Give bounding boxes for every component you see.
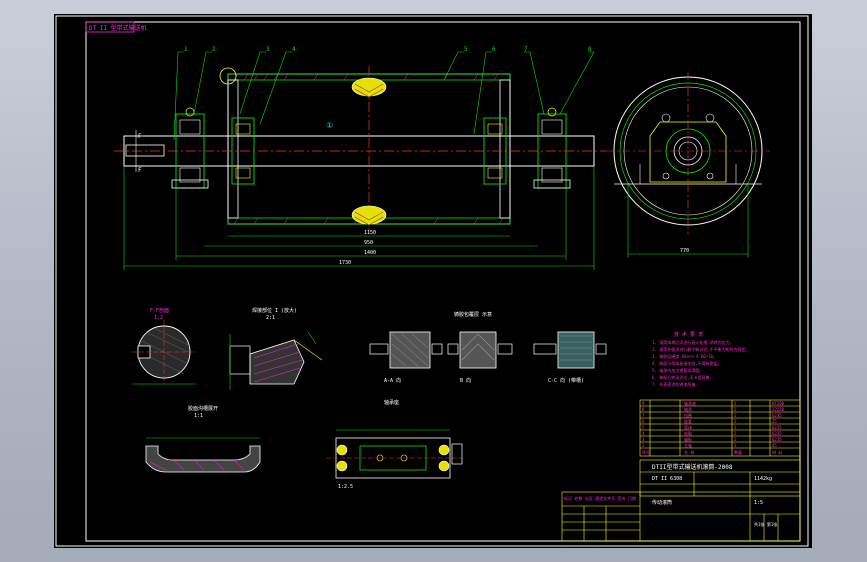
parts-header-name: 名 称	[684, 449, 694, 455]
bearing-scale: 1:2.5	[338, 484, 353, 490]
revision-header: 标记 处数 分区 更改文件号 签名 日期	[564, 495, 636, 501]
detail-lagging: 铸胶包覆层 示意 A-A 向 B 向 C-C 向 (带槽)	[369, 311, 607, 384]
groove-scale: 1:1	[194, 413, 203, 419]
detail-weld: 焊接部位 I (放大) 2:1	[229, 307, 323, 390]
lagging-label-A: A-A 向	[384, 377, 401, 384]
parts-cell: Q235	[772, 425, 782, 430]
section-mark-bottom: F	[138, 167, 142, 174]
lagging-label-B: B 向	[460, 377, 471, 384]
parts-cell: Q235	[772, 431, 782, 436]
parts-cell: 45	[772, 443, 777, 448]
detail-bearing-seat: 轴承座 1:2.5	[326, 399, 463, 490]
technical-notes: 技 术 要 求 1. 滚筒体焊后须进行退火处理,消除内应力。 2. 滚筒外圆须进…	[652, 331, 750, 387]
parts-cell: 6	[642, 419, 645, 424]
detail-groove: 胶面沟槽展开 1:1	[145, 405, 261, 473]
weight-value: 1142kg	[754, 476, 772, 482]
parts-header-material: 材 料	[772, 449, 782, 455]
dim-drum-length: 1150	[364, 230, 376, 236]
title-block-name: DTII型带式输送机滚筒-2008	[652, 463, 733, 471]
callout-8: 8	[588, 46, 592, 53]
dim-total-length: 1730	[339, 260, 351, 266]
parts-cell: 筒体	[684, 424, 692, 430]
callout-2: 2	[212, 46, 216, 53]
note-6: 6. 装配后转动灵活,无卡阻现象。	[652, 374, 714, 380]
parts-cell: 轴承	[684, 406, 692, 412]
scale-value: 1:5	[754, 500, 763, 506]
parts-cell: 4	[642, 431, 645, 436]
parts-header-qty: 数量	[734, 449, 742, 455]
engineering-drawing: DT II 型带式输送机 F F ① 1 2 3 4 5 6 7 8 1150 …	[55, 15, 809, 547]
center-mark: ①	[326, 121, 333, 130]
callout-7: 7	[524, 46, 528, 53]
lagging-label-C: C-C 向 (带槽)	[548, 377, 584, 384]
section-mark-top: F	[138, 133, 142, 140]
parts-cell: 辐板	[684, 436, 692, 442]
note-1: 1. 滚筒体焊后须进行退火处理,消除内应力。	[652, 339, 734, 345]
callout-6: 6	[492, 46, 496, 53]
callout-1: 1	[184, 46, 188, 53]
parts-cell: 8	[642, 407, 645, 412]
parts-cell: 2	[734, 437, 737, 442]
lagging-block-B	[459, 331, 497, 369]
parts-cell: 2	[642, 443, 645, 448]
weld-detail-scale: 2:1	[266, 315, 275, 321]
note-2: 2. 滚筒外圆须进行静平衡试验,不平衡力矩符合规定。	[652, 346, 750, 352]
parts-cell: 轮毂	[684, 430, 692, 436]
parts-cell: 22220	[772, 407, 785, 412]
dim-end-width: 770	[680, 248, 689, 254]
note-3: 3. 铸胶层硬度 Shore A 60~70。	[652, 353, 717, 359]
parts-cell: 5	[642, 425, 645, 430]
groove-mark-top	[351, 77, 387, 97]
groove-title: 胶面沟槽展开	[188, 405, 218, 412]
note-4: 4. 胶面与筒体粘接牢固,不得有脱层。	[652, 360, 722, 366]
key-section-scale: 1:2	[154, 315, 163, 321]
detail-key-section: F-F剖面 1:2	[132, 307, 196, 385]
parts-cell: HT200	[772, 401, 785, 406]
parts-cell: 2	[734, 431, 737, 436]
main-section-view: F F ① 1 2 3 4 5 6 7 8 1150 950 1400 1730	[114, 46, 606, 270]
parts-cell: 1	[734, 425, 737, 430]
groove-mark-bottom	[351, 205, 387, 225]
parts-cell: 胀套	[684, 418, 692, 424]
callout-4: 4	[292, 46, 296, 53]
parts-cell: 3	[642, 437, 645, 442]
notes-heading: 技 术 要 求	[674, 331, 703, 338]
parts-header: 序号 名 称 数量 材 料	[642, 449, 782, 455]
parts-cell: 轴承座	[684, 400, 696, 406]
end-plate-left	[227, 79, 239, 219]
parts-cell: 2	[734, 413, 737, 418]
parts-cell: 挡圈	[684, 412, 692, 418]
note-7: 7. 外表面涂防锈漆两遍。	[652, 381, 699, 387]
parts-header-no: 序号	[642, 449, 650, 455]
drawing-number: DT II 6308	[652, 476, 682, 482]
key-section-title: F-F剖面	[150, 307, 169, 314]
note-5: 5. 轴承内加注锂基润滑脂。	[652, 367, 703, 373]
bearing-title: 轴承座	[384, 399, 399, 406]
dim-inner-length: 950	[364, 240, 373, 246]
shaft-keyway	[125, 144, 165, 157]
sheet-info: 共1张 第1张	[754, 521, 777, 527]
end-plate-right	[499, 79, 511, 219]
end-view: 770	[606, 72, 770, 258]
dim-bearing-span: 1400	[364, 250, 376, 256]
parts-cell: 7	[642, 413, 645, 418]
parts-cell: Q235	[772, 413, 782, 418]
parts-cell: 2	[734, 401, 737, 406]
title-tab-text: DT II 型带式输送机	[89, 24, 147, 32]
weld-detail-title: 焊接部位 I (放大)	[252, 307, 297, 314]
parts-cell: 2	[734, 419, 737, 424]
parts-cell: Z5	[772, 419, 777, 424]
cad-viewport[interactable]: DT II 型带式输送机 F F ① 1 2 3 4 5 6 7 8 1150 …	[54, 14, 812, 548]
lagging-title: 铸胶包覆层 示意	[454, 311, 492, 318]
parts-cell: Q235	[772, 437, 782, 442]
callout-3: 3	[266, 46, 270, 53]
callout-5: 5	[464, 46, 468, 53]
parts-cell: 主轴	[684, 442, 692, 448]
parts-cell: 2	[734, 407, 737, 412]
parts-cell: 1	[734, 443, 737, 448]
drawing-name: 传动滚筒	[652, 499, 672, 506]
parts-cell: 9	[642, 401, 645, 406]
lagging-block-C	[557, 331, 595, 369]
